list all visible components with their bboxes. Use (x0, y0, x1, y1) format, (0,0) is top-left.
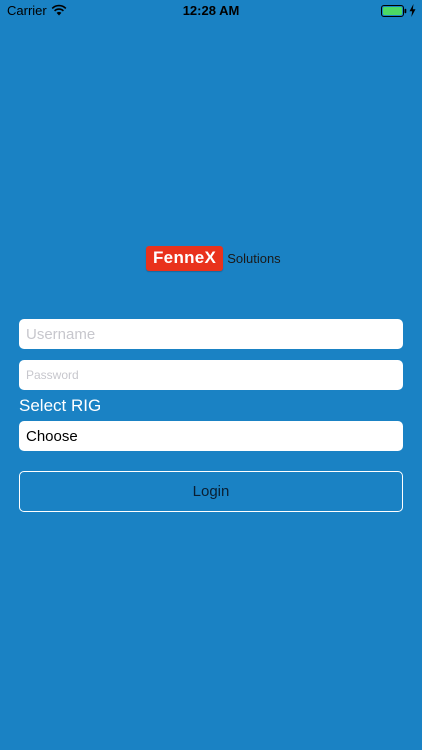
status-time: 12:28 AM (182, 3, 240, 18)
rig-select-value: Choose (26, 427, 78, 445)
username-field[interactable]: Username (19, 319, 403, 349)
password-field[interactable]: Password (19, 360, 403, 390)
charging-bolt-icon (409, 4, 416, 17)
logo-brand-text: FenneX (153, 248, 217, 267)
username-placeholder: Username (26, 325, 96, 343)
password-placeholder: Password (26, 368, 79, 382)
fennex-logo: FenneX Solutions (146, 245, 281, 271)
logo-brand-badge: FenneX (146, 245, 224, 271)
rig-select-field[interactable]: Choose (19, 421, 403, 451)
login-button-label: Login (192, 483, 230, 500)
status-bar: Carrier 12:28 AM (0, 0, 422, 22)
select-rig-label: Select RIG (19, 396, 102, 415)
logo-suffix: Solutions (227, 250, 281, 266)
battery-icon (381, 5, 407, 17)
login-button[interactable]: Login (19, 471, 403, 512)
